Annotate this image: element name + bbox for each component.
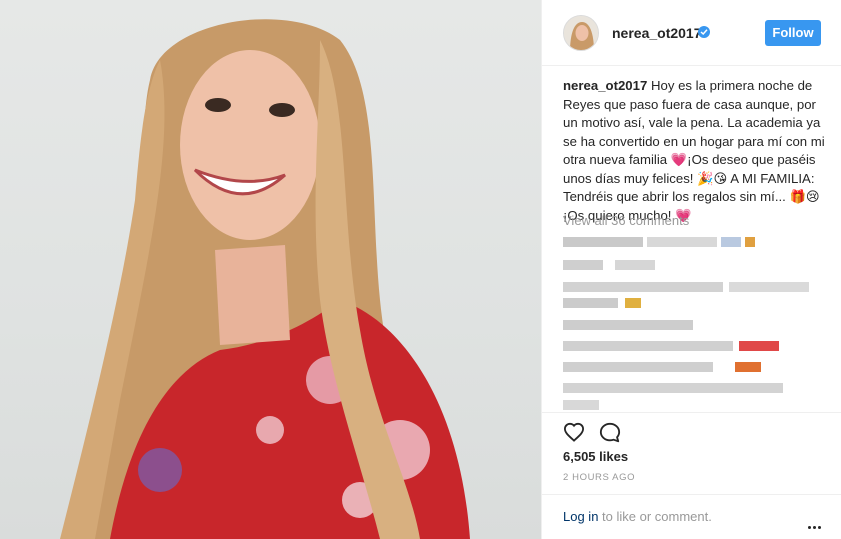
follow-button[interactable]: Follow [765,20,821,46]
avatar[interactable] [563,15,599,51]
obscured-comment [563,320,703,334]
post-side-panel: nerea_ot2017 Follow nerea_ot2017 Hoy es … [541,0,841,539]
caption-username[interactable]: nerea_ot2017 [563,78,647,93]
post-header: nerea_ot2017 Follow [542,0,841,66]
login-prompt-text: to like or comment. [598,509,712,524]
header-username[interactable]: nerea_ot2017 [612,25,702,41]
obscured-comment [563,260,683,274]
obscured-comment [563,298,663,312]
action-bar [542,412,841,452]
obscured-comment [563,282,823,296]
obscured-comment [563,237,763,251]
login-link[interactable]: Log in [563,509,598,524]
heart-icon[interactable] [563,422,585,447]
obscured-comment [563,362,763,376]
obscured-comment [563,341,783,355]
verified-badge-icon [698,26,710,38]
caption-text: Hoy es la primera noche de Reyes que pas… [563,78,825,223]
comment-icon[interactable] [599,422,621,449]
post-timestamp[interactable]: 2 HOURS AGO [563,472,635,483]
login-prompt: Log in to like or comment. [563,509,712,524]
post-caption: nerea_ot2017 Hoy es la primera noche de … [563,77,825,225]
obscured-comment [563,383,788,397]
likes-count[interactable]: 6,505 likes [563,449,628,464]
post-footer: Log in to like or comment. [542,494,841,539]
view-all-comments-link[interactable]: View all 36 comments [563,213,689,228]
post-photo-illustration [60,19,470,539]
more-options-icon[interactable] [808,516,823,534]
post-photo[interactable] [0,0,541,539]
